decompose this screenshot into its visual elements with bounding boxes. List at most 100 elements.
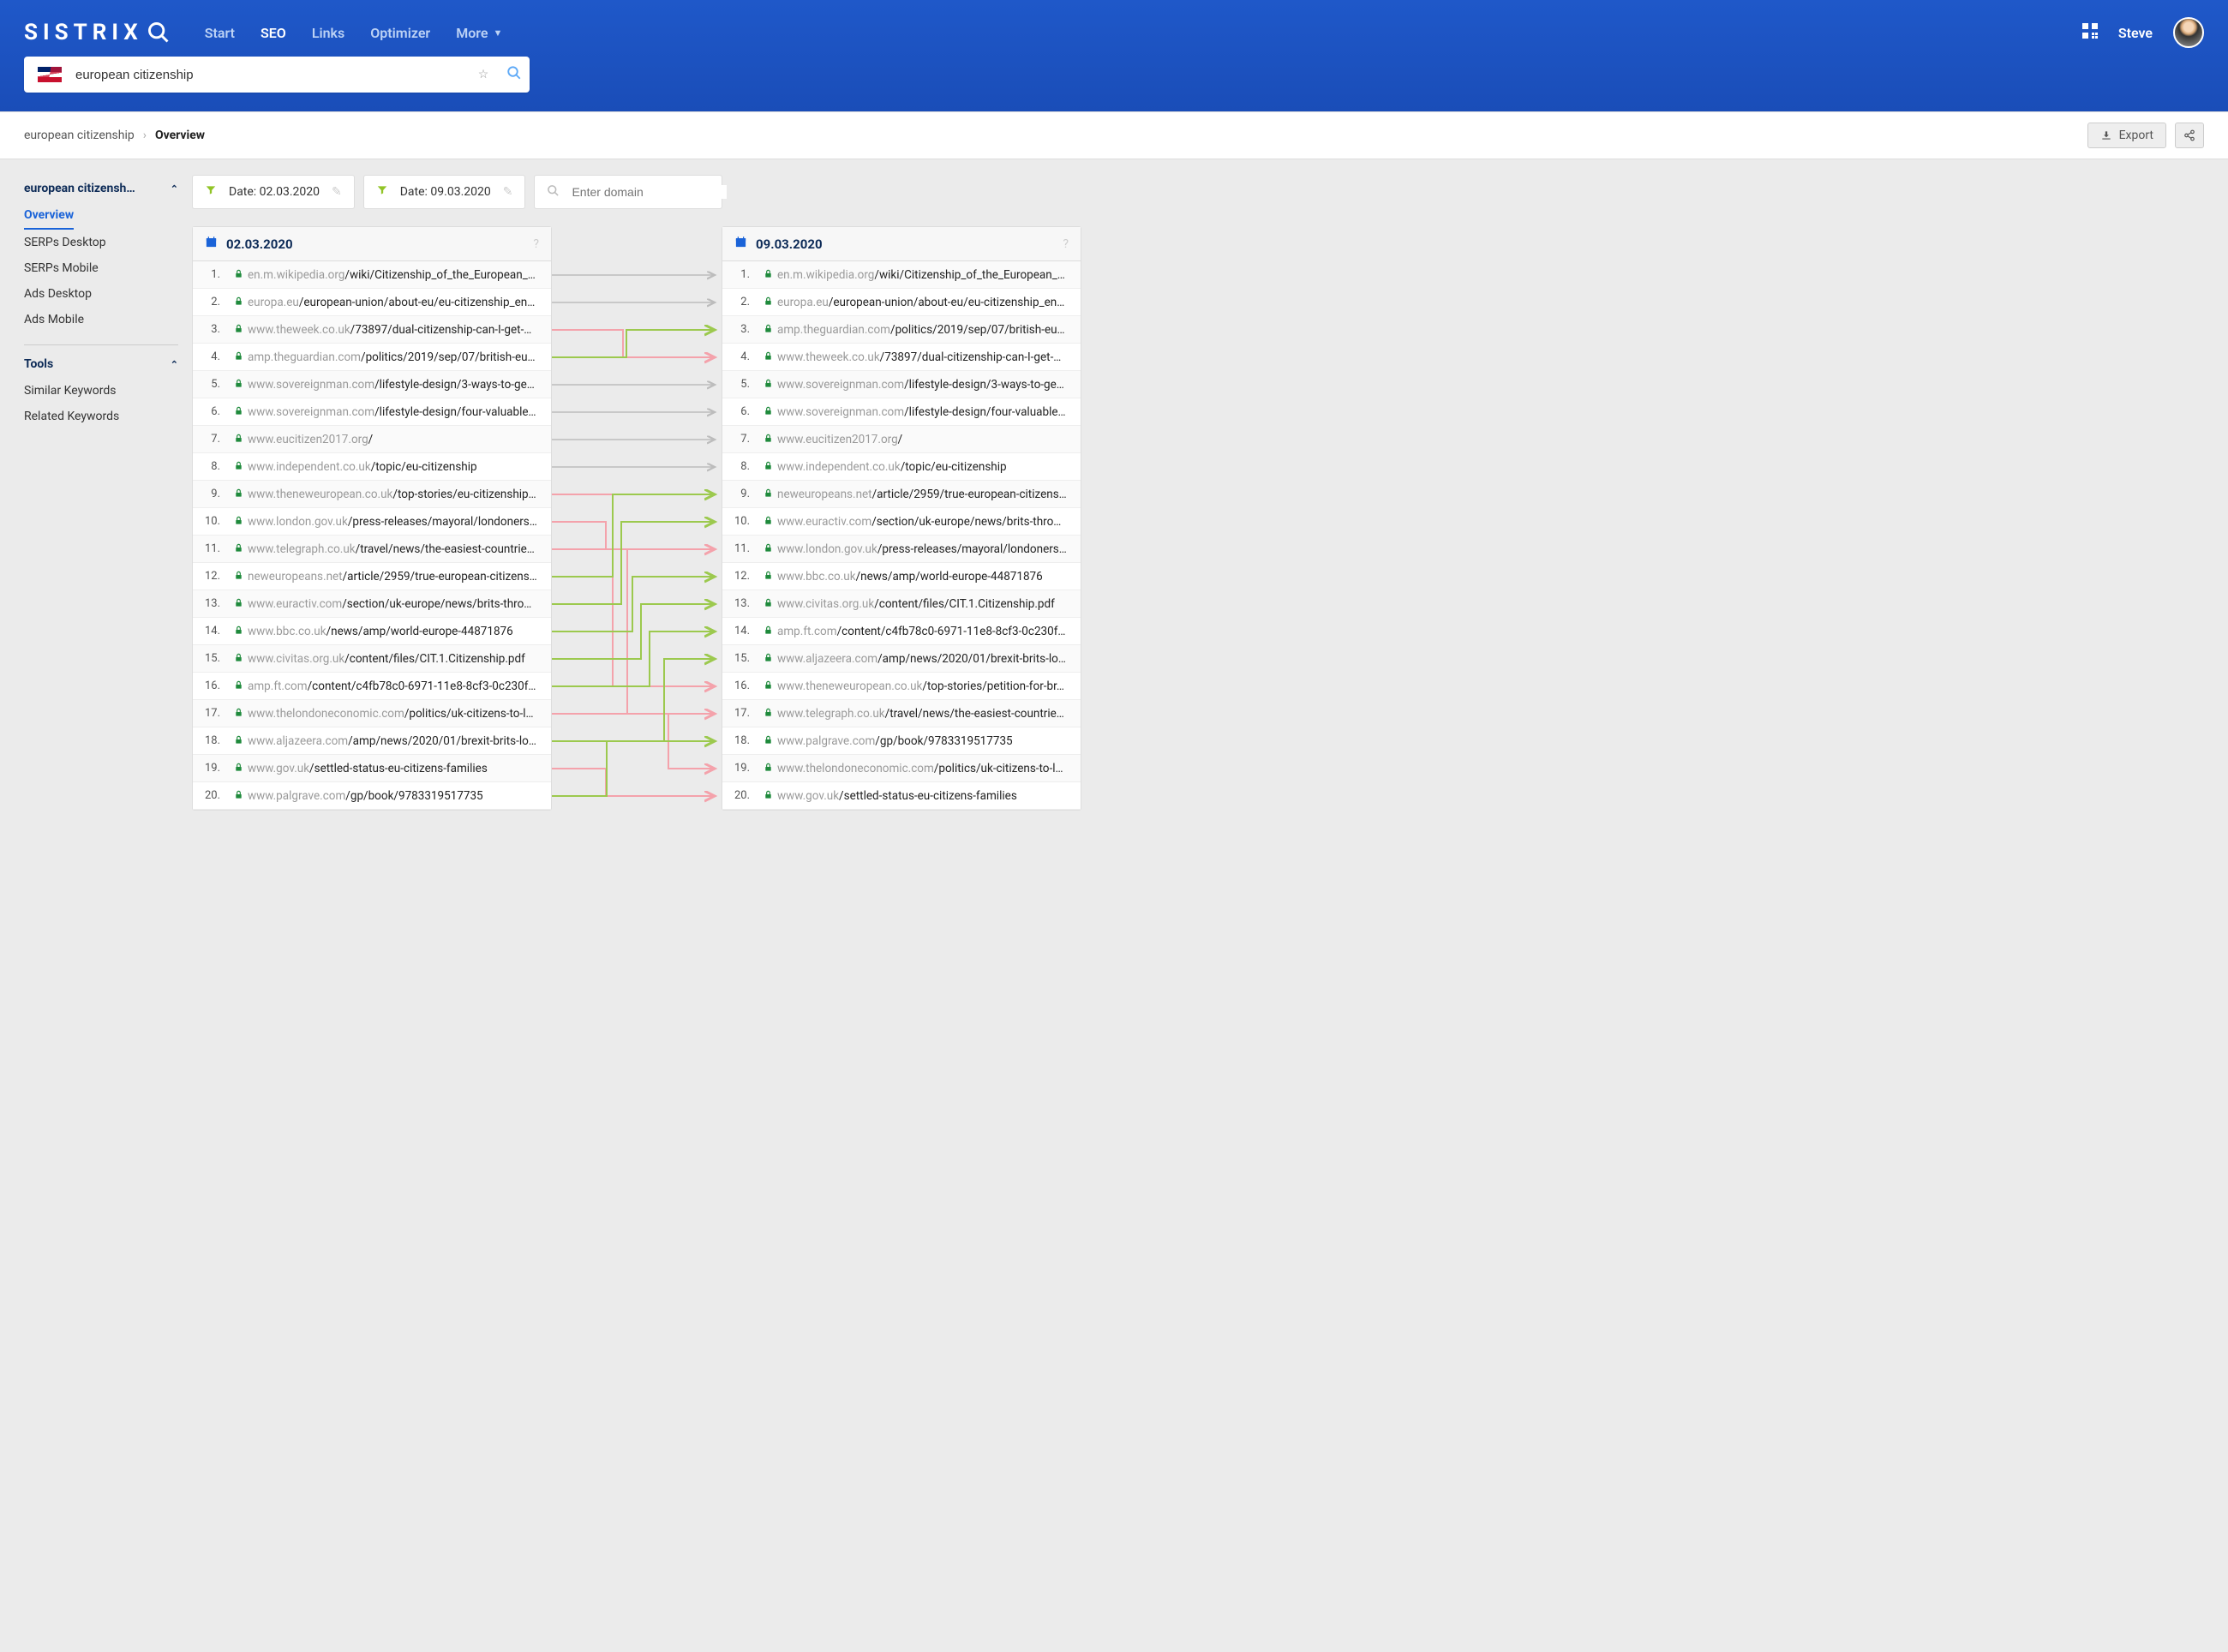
serp-row[interactable]: 4. amp.theguardian.com/politics/2019/sep… [193,344,551,371]
serp-row[interactable]: 20. www.palgrave.com/gp/book/97833195177… [193,782,551,810]
serp-row[interactable]: 19. www.gov.uk/settled-status-eu-citizen… [193,755,551,782]
serp-url: www.thelondoneconomic.com/politics/uk-ci… [248,707,551,721]
serp-row[interactable]: 10. www.euractiv.com/section/uk-europe/n… [722,508,1081,536]
serp-row[interactable]: 11. www.telegraph.co.uk/travel/news/the-… [193,536,551,563]
serp-row[interactable]: 15. www.civitas.org.uk/content/files/CIT… [193,645,551,673]
serp-url: amp.theguardian.com/politics/2019/sep/07… [777,323,1081,337]
nav-link-seo[interactable]: SEO [261,25,286,41]
serp-row[interactable]: 5. www.sovereignman.com/lifestyle-design… [722,371,1081,398]
serp-row[interactable]: 20. www.gov.uk/settled-status-eu-citizen… [722,782,1081,810]
lock-icon [758,790,777,802]
export-button[interactable]: Export [2087,123,2166,148]
sidebar-section-keyword[interactable]: european citizensh… ⌃ [24,175,178,202]
search-input[interactable] [75,68,468,82]
serp-row[interactable]: 6. www.sovereignman.com/lifestyle-design… [193,398,551,426]
filter-date-2-label: Date: 09.03.2020 [400,185,491,199]
sidebar-item-ads-desktop[interactable]: Ads Desktop [24,281,178,307]
serp-row[interactable]: 16. amp.ft.com/content/c4fb78c0-6971-11e… [193,673,551,700]
username[interactable]: Steve [2118,25,2153,41]
nav-link-links[interactable]: Links [312,25,344,41]
sidebar-section-tools[interactable]: Tools ⌃ [24,350,178,378]
rank-number: 18. [193,734,229,747]
serp-row[interactable]: 17. www.thelondoneconomic.com/politics/u… [193,700,551,727]
serp-url: www.palgrave.com/gp/book/9783319517735 [777,734,1081,748]
lock-icon [229,680,248,692]
serp-row[interactable]: 2. europa.eu/european-union/about-eu/eu-… [193,289,551,316]
share-button[interactable] [2175,123,2204,148]
serp-row[interactable]: 2. europa.eu/european-union/about-eu/eu-… [722,289,1081,316]
serp-row[interactable]: 8. www.independent.co.uk/topic/eu-citize… [193,453,551,481]
serp-row[interactable]: 18. www.aljazeera.com/amp/news/2020/01/b… [193,727,551,755]
rank-number: 2. [193,296,229,308]
chevron-up-icon: ⌃ [171,183,178,195]
lock-icon [758,406,777,418]
serp-row[interactable]: 17. www.telegraph.co.uk/travel/news/the-… [722,700,1081,727]
serp-row[interactable]: 3. www.theweek.co.uk/73897/dual-citizens… [193,316,551,344]
serp-row[interactable]: 15. www.aljazeera.com/amp/news/2020/01/b… [722,645,1081,673]
lock-icon [229,763,248,775]
serp-row[interactable]: 13. www.euractiv.com/section/uk-europe/n… [193,590,551,618]
serp-url: www.telegraph.co.uk/travel/news/the-easi… [248,542,551,556]
serp-row[interactable]: 12. www.bbc.co.uk/news/amp/world-europe-… [722,563,1081,590]
lock-icon [758,324,777,336]
nav-link-optimizer[interactable]: Optimizer [370,25,430,41]
avatar[interactable] [2173,17,2204,48]
serp-row[interactable]: 6. www.sovereignman.com/lifestyle-design… [722,398,1081,426]
serp-row[interactable]: 9. www.theneweuropean.co.uk/top-stories/… [193,481,551,508]
breadcrumb-item[interactable]: european citizenship [24,129,135,142]
sidebar-item-ads-mobile[interactable]: Ads Mobile [24,307,178,332]
edit-icon[interactable]: ✎ [332,185,342,199]
favorite-button[interactable]: ☆ [468,68,499,81]
sidebar-item-similar-keywords[interactable]: Similar Keywords [24,378,178,404]
serp-row[interactable]: 14. www.bbc.co.uk/news/amp/world-europe-… [193,618,551,645]
serp-row[interactable]: 16. www.theneweuropean.co.uk/top-stories… [722,673,1081,700]
lock-icon [229,735,248,747]
serp-row[interactable]: 14. amp.ft.com/content/c4fb78c0-6971-11e… [722,618,1081,645]
apps-icon[interactable] [2082,23,2098,43]
app-header: SISTRIX Start SEO Links Optimizer More ▼… [0,0,2228,111]
serp-row[interactable]: 3. amp.theguardian.com/politics/2019/sep… [722,316,1081,344]
serp-row[interactable]: 18. www.palgrave.com/gp/book/97833195177… [722,727,1081,755]
serp-row[interactable]: 19. www.thelondoneconomic.com/politics/u… [722,755,1081,782]
domain-input[interactable] [572,185,727,199]
serp-row[interactable]: 10. www.london.gov.uk/press-releases/may… [193,508,551,536]
sidebar-item-overview[interactable]: Overview [24,202,74,230]
nav-link-start[interactable]: Start [205,25,235,41]
help-icon[interactable]: ? [533,237,539,251]
logo[interactable]: SISTRIX [24,20,171,45]
rank-number: 5. [193,378,229,391]
serp-row[interactable]: 7. www.eucitizen2017.org/ [722,426,1081,453]
rank-number: 15. [193,652,229,665]
serp-row[interactable]: 1. en.m.wikipedia.org/wiki/Citizenship_o… [193,261,551,289]
nav-link-more[interactable]: More ▼ [456,25,502,41]
filter-date-1-label: Date: 02.03.2020 [229,185,320,199]
serp-row[interactable]: 9. neweuropeans.net/article/2959/true-eu… [722,481,1081,508]
sidebar-item-serps-desktop[interactable]: SERPs Desktop [24,230,178,255]
edit-icon[interactable]: ✎ [503,185,513,199]
serp-url: www.bbc.co.uk/news/amp/world-europe-4487… [248,625,551,638]
serp-row[interactable]: 5. www.sovereignman.com/lifestyle-design… [193,371,551,398]
serp-url: www.euractiv.com/section/uk-europe/news/… [248,597,551,611]
flag-uk-icon[interactable] [38,67,62,82]
lock-icon [758,434,777,446]
nav-links: Start SEO Links Optimizer More ▼ [205,25,503,41]
serp-row[interactable]: 13. www.civitas.org.uk/content/files/CIT… [722,590,1081,618]
sidebar-item-serps-mobile[interactable]: SERPs Mobile [24,255,178,281]
filter-date-1[interactable]: Date: 02.03.2020 ✎ [192,175,355,209]
serp-row[interactable]: 4. www.theweek.co.uk/73897/dual-citizens… [722,344,1081,371]
search-button[interactable] [499,65,530,84]
serp-row[interactable]: 8. www.independent.co.uk/topic/eu-citize… [722,453,1081,481]
sidebar-item-related-keywords[interactable]: Related Keywords [24,404,178,429]
help-icon[interactable]: ? [1063,237,1069,251]
lock-icon [229,351,248,363]
rank-number: 12. [193,570,229,583]
serp-url: www.bbc.co.uk/news/amp/world-europe-4487… [777,570,1081,584]
serp-url: amp.theguardian.com/politics/2019/sep/07… [248,350,551,364]
lock-icon [229,571,248,583]
serp-row[interactable]: 1. en.m.wikipedia.org/wiki/Citizenship_o… [722,261,1081,289]
filter-date-2[interactable]: Date: 09.03.2020 ✎ [363,175,526,209]
lock-icon [758,598,777,610]
serp-row[interactable]: 12. neweuropeans.net/article/2959/true-e… [193,563,551,590]
serp-row[interactable]: 7. www.eucitizen2017.org/ [193,426,551,453]
serp-row[interactable]: 11. www.london.gov.uk/press-releases/may… [722,536,1081,563]
